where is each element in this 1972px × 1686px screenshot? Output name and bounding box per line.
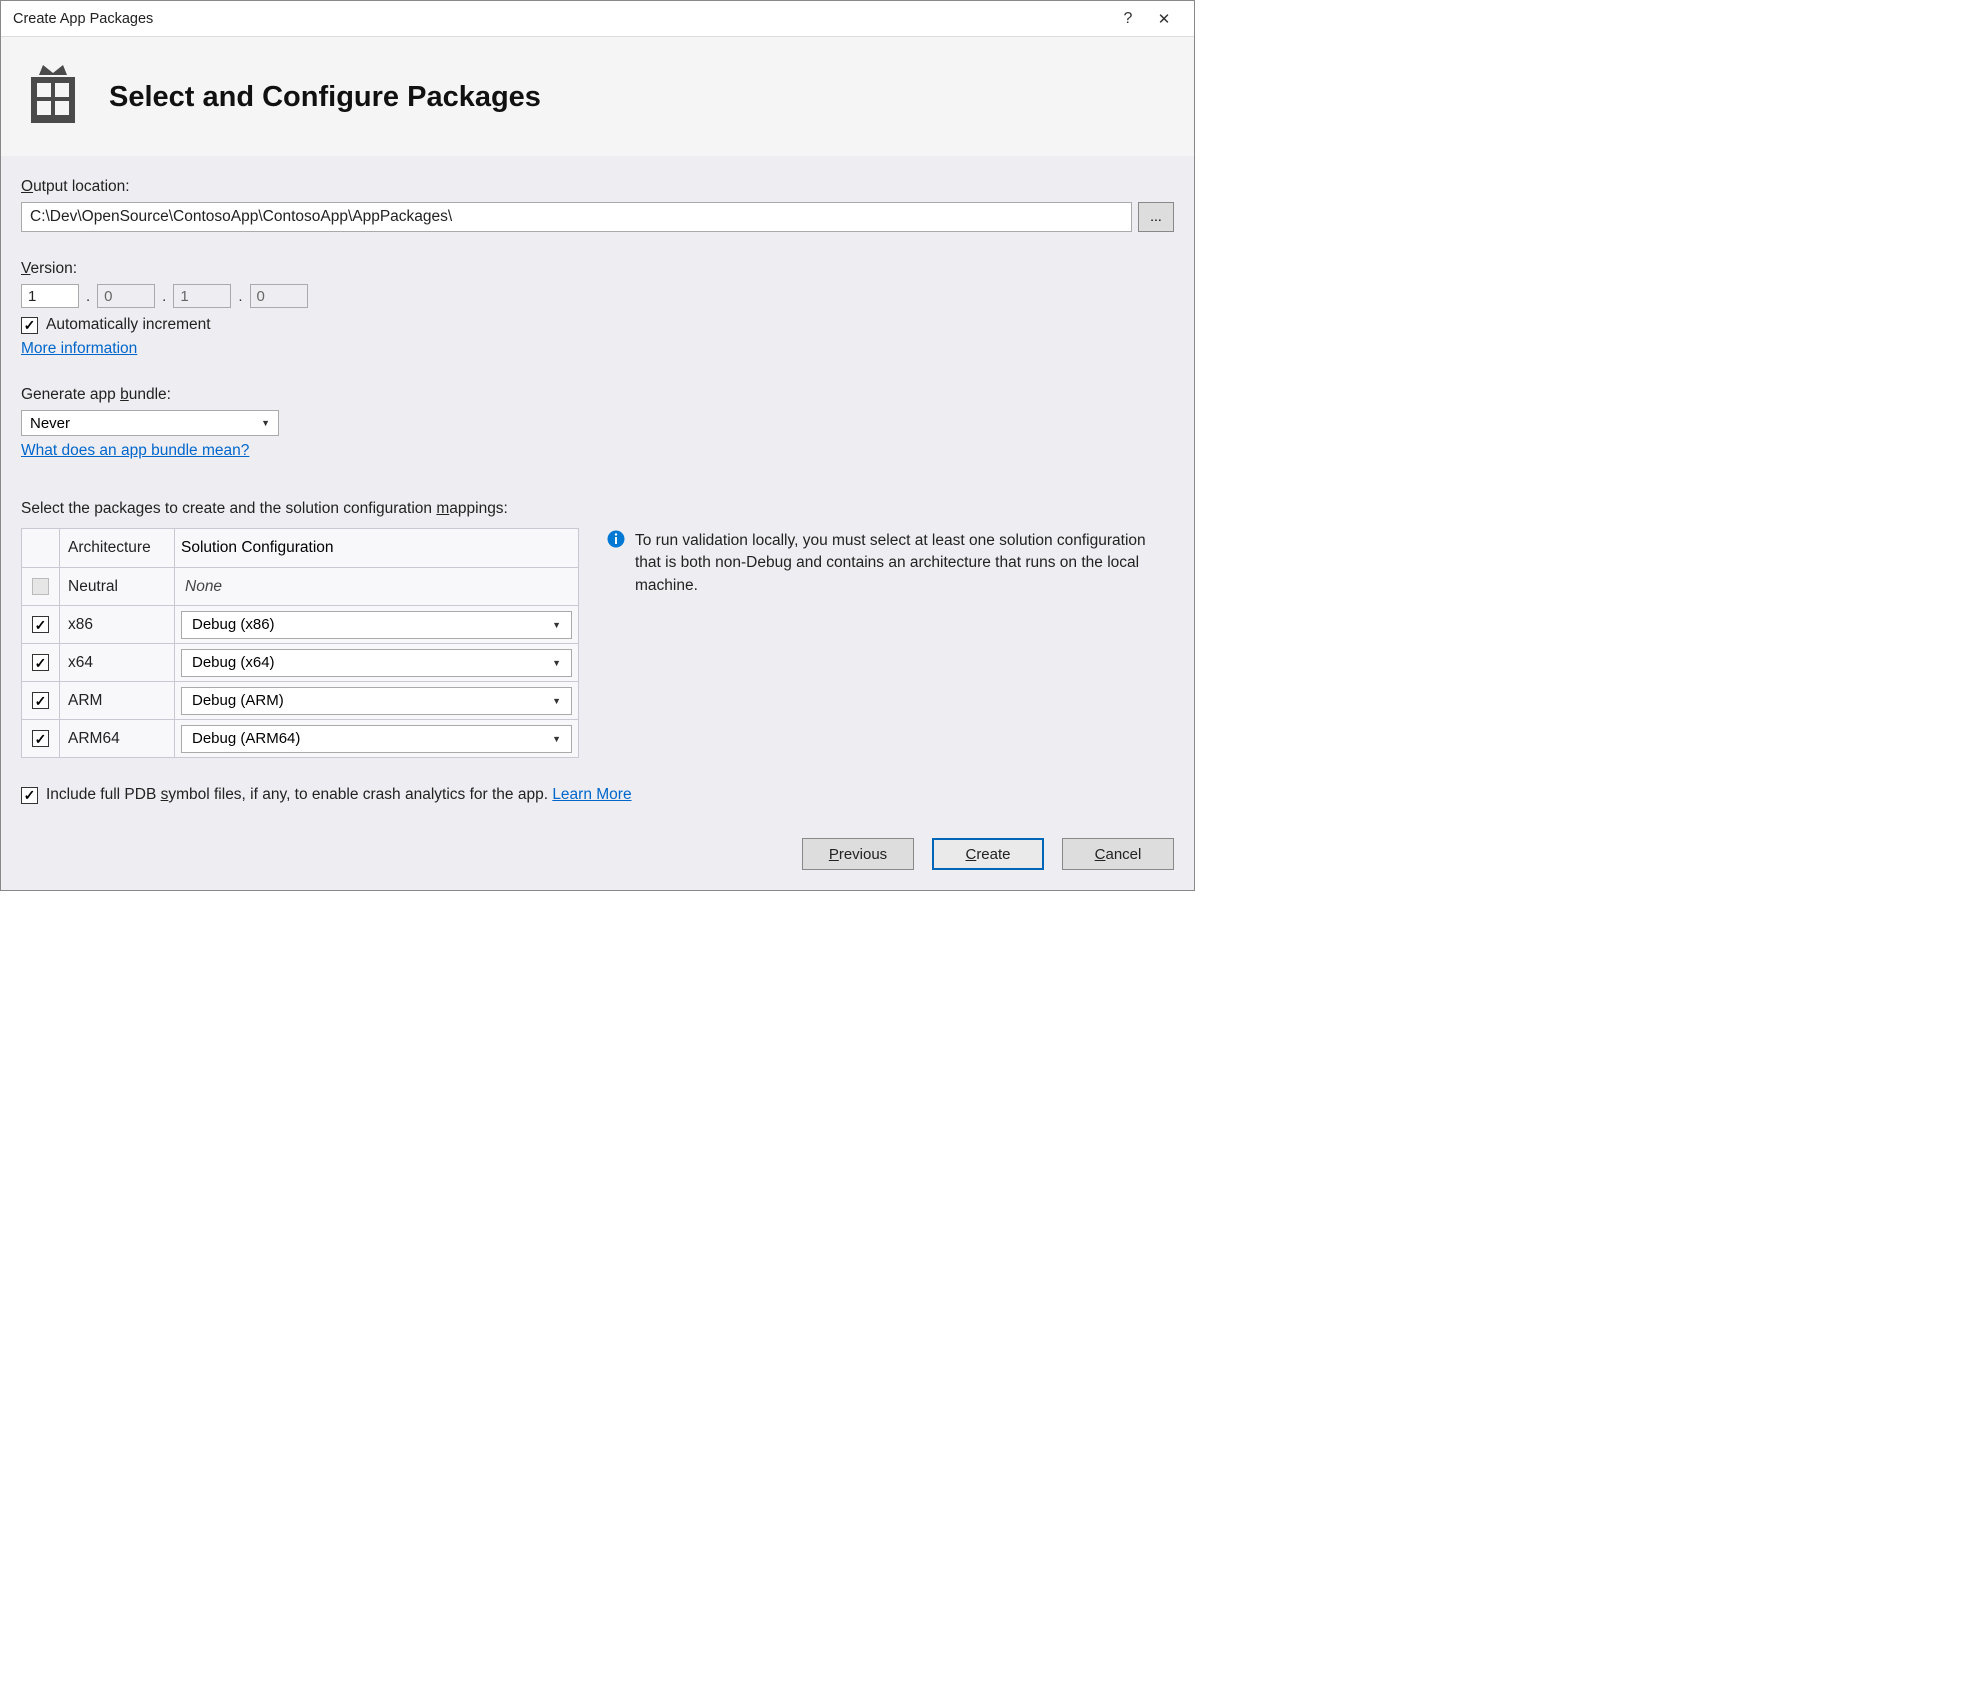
architecture-cell: ARM — [60, 682, 175, 719]
learn-more-link[interactable]: Learn More — [552, 786, 631, 803]
version-build-input[interactable] — [173, 284, 231, 308]
config-cell: Debug (x86) ▼ — [175, 606, 578, 643]
window-title: Create App Packages — [13, 11, 1110, 27]
config-cell: None — [175, 568, 578, 605]
row-checkbox[interactable] — [32, 616, 49, 633]
include-pdb-label: Include full PDB symbol files, if any, t… — [46, 786, 632, 804]
architecture-cell: x64 — [60, 644, 175, 681]
dialog-window: Create App Packages ? ✕ Select and Confi… — [0, 0, 1195, 891]
info-pane: To run validation locally, you must sele… — [607, 528, 1174, 597]
chevron-down-icon: ▼ — [552, 696, 561, 706]
table-row: Neutral None — [22, 567, 578, 605]
table-row: x64 Debug (x64) ▼ — [22, 643, 578, 681]
auto-increment-label: Automatically increment — [46, 316, 211, 334]
info-text: To run validation locally, you must sele… — [635, 530, 1174, 597]
chevron-down-icon: ▼ — [552, 658, 561, 668]
info-icon — [607, 530, 625, 548]
config-cell: Debug (ARM64) ▼ — [175, 720, 578, 757]
chevron-down-icon: ▼ — [552, 620, 561, 630]
chevron-down-icon: ▼ — [552, 734, 561, 744]
config-cell: Debug (x64) ▼ — [175, 644, 578, 681]
help-button[interactable]: ? — [1110, 10, 1146, 28]
header-banner: Select and Configure Packages — [1, 37, 1194, 156]
version-revision-input[interactable] — [250, 284, 308, 308]
architecture-cell: x86 — [60, 606, 175, 643]
table-row: x86 Debug (x86) ▼ — [22, 605, 578, 643]
version-minor-input[interactable] — [97, 284, 155, 308]
row-checkbox[interactable] — [32, 692, 49, 709]
page-title: Select and Configure Packages — [109, 81, 541, 114]
browse-button[interactable]: ... — [1138, 202, 1174, 232]
solution-config-value: Debug (x86) — [192, 616, 275, 633]
table-row: ARM64 Debug (ARM64) ▼ — [22, 719, 578, 757]
solution-config-value: Debug (x64) — [192, 654, 275, 671]
create-button[interactable]: Create — [932, 838, 1044, 870]
architecture-cell: ARM64 — [60, 720, 175, 757]
config-cell: Debug (ARM) ▼ — [175, 682, 578, 719]
table-row: ARM Debug (ARM) ▼ — [22, 681, 578, 719]
output-location-label: Output location: — [21, 178, 1174, 196]
mappings-label: Select the packages to create and the so… — [21, 500, 1174, 518]
solution-config-select[interactable]: Debug (ARM) ▼ — [181, 687, 572, 715]
architecture-cell: Neutral — [60, 568, 175, 605]
footer: Previous Create Cancel — [1, 824, 1194, 890]
generate-bundle-label: Generate app bundle: — [21, 386, 1174, 404]
solution-config-value: Debug (ARM64) — [192, 730, 300, 747]
previous-button[interactable]: Previous — [802, 838, 914, 870]
more-information-link[interactable]: More information — [21, 340, 137, 357]
output-location-input[interactable] — [21, 202, 1132, 232]
chevron-down-icon: ▼ — [261, 418, 270, 428]
close-button[interactable]: ✕ — [1146, 10, 1182, 28]
bundle-help-link[interactable]: What does an app bundle mean? — [21, 442, 249, 459]
solution-config-value: None — [181, 578, 222, 596]
cancel-button[interactable]: Cancel — [1062, 838, 1174, 870]
header-architecture: Architecture — [60, 529, 175, 567]
row-checkbox — [32, 578, 49, 595]
content-area: Output location: ... Version: . . . Auto… — [1, 156, 1194, 824]
version-label: Version: — [21, 260, 1174, 278]
header-solution-config: Solution Configuration — [175, 529, 578, 567]
solution-config-select[interactable]: Debug (ARM64) ▼ — [181, 725, 572, 753]
solution-config-select[interactable]: Debug (x86) ▼ — [181, 611, 572, 639]
package-icon — [21, 63, 85, 132]
row-checkbox[interactable] — [32, 730, 49, 747]
generate-bundle-value: Never — [30, 415, 70, 432]
packages-table: Architecture Solution Configuration Neut… — [21, 528, 579, 758]
solution-config-select[interactable]: Debug (x64) ▼ — [181, 649, 572, 677]
titlebar: Create App Packages ? ✕ — [1, 1, 1194, 37]
row-checkbox[interactable] — [32, 654, 49, 671]
auto-increment-checkbox[interactable] — [21, 317, 38, 334]
generate-bundle-select[interactable]: Never ▼ — [21, 410, 279, 436]
version-major-input[interactable] — [21, 284, 79, 308]
solution-config-value: Debug (ARM) — [192, 692, 284, 709]
table-header-row: Architecture Solution Configuration — [22, 529, 578, 567]
include-pdb-checkbox[interactable] — [21, 787, 38, 804]
